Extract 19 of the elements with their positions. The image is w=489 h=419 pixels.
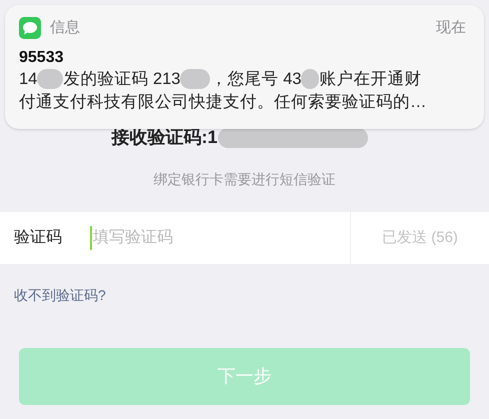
message-text: 付通支付科技有限公司快捷支付。任何索要验证码的…: [19, 92, 426, 112]
blurred-patch: [37, 69, 64, 89]
message-text: 发的验证码 213: [63, 68, 180, 90]
code-input[interactable]: 填写验证码: [92, 218, 350, 258]
app-name: 信息: [50, 18, 80, 38]
message-text: 14: [19, 68, 38, 90]
blurred-patch: [180, 69, 210, 89]
message-text: 账户在开通财: [319, 68, 422, 90]
phone-heading: 接收验证码:1: [111, 126, 218, 149]
message-bubble-icon: [19, 17, 41, 40]
subtitle: 绑定银行卡需要进行短信验证: [154, 170, 336, 189]
notification-card[interactable]: 信息 现在 95533 14 发的验证码 213 ，您尾号 43 账户在开通财 付通支付科技有限公司快捷支付。任何索要验证码的…: [5, 5, 484, 129]
sender-name: 95533: [19, 48, 64, 68]
help-link[interactable]: 收不到验证码?: [14, 287, 106, 303]
message-text: ，您尾号 43: [210, 68, 302, 90]
notification-time: 现在: [436, 18, 466, 38]
field-label: 验证码: [0, 212, 90, 264]
blurred-patch: [301, 69, 320, 89]
code-input-field[interactable]: 填写验证码: [90, 212, 350, 264]
